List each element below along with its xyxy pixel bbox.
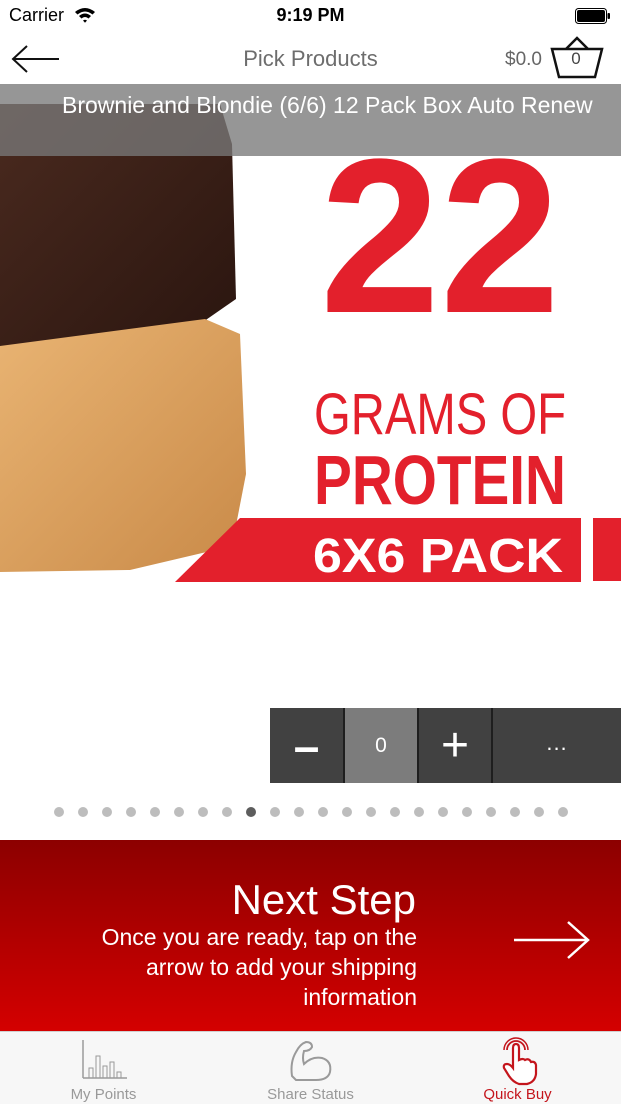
tab-bar: My Points Share Status Quick Buy	[0, 1031, 621, 1104]
clock-time: 9:19 PM	[276, 5, 345, 25]
page-dot[interactable]	[510, 807, 520, 817]
tab-label-my-points: My Points	[70, 1086, 137, 1103]
poster-line-3: 6X6 PACK	[313, 530, 563, 582]
page-dot[interactable]	[462, 807, 472, 817]
tap-hand-icon	[502, 1037, 537, 1086]
poster-line-1: GRAMS OF	[314, 382, 566, 447]
page-dot[interactable]	[534, 807, 544, 817]
next-step-banner[interactable]: Next Step Once you are ready, tap on the…	[0, 840, 621, 1031]
cart-total: $0.0	[505, 49, 542, 70]
battery-icon	[575, 8, 610, 24]
increase-quantity-button[interactable]: +	[419, 708, 491, 783]
page-dot[interactable]	[102, 807, 112, 817]
next-step-title: Next Step	[231, 876, 416, 923]
tab-quick-buy[interactable]: Quick Buy	[414, 1032, 621, 1104]
tab-label-quick-buy: Quick Buy	[483, 1086, 552, 1103]
page-dot[interactable]	[150, 807, 160, 817]
quantity-stepper: – 0 + ...	[270, 708, 621, 783]
page-dot[interactable]	[342, 807, 352, 817]
page-dot[interactable]	[126, 807, 136, 817]
next-step-description: Once you are ready, tap on the arrow to …	[101, 924, 417, 1010]
page-dot[interactable]	[222, 807, 232, 817]
page-dot[interactable]	[246, 807, 256, 817]
tab-my-points[interactable]: My Points	[0, 1032, 207, 1104]
decrease-quantity-button[interactable]: –	[270, 708, 343, 783]
page-dot[interactable]	[294, 807, 304, 817]
navigation-bar: Pick Products $0.0 0	[0, 32, 621, 84]
bar-chart-icon	[81, 1040, 127, 1079]
page-dot[interactable]	[270, 807, 280, 817]
poster-line-2: PROTEIN	[314, 441, 566, 519]
status-bar: Carrier 9:19 PM	[0, 0, 621, 32]
tab-label-share-status: Share Status	[267, 1086, 354, 1103]
quantity-value: 0	[345, 708, 417, 783]
page-dot[interactable]	[78, 807, 88, 817]
more-options-button[interactable]: ...	[493, 708, 621, 783]
product-name: Brownie and Blondie (6/6) 12 Pack Box Au…	[0, 84, 621, 156]
page-dot[interactable]	[198, 807, 208, 817]
page-dot[interactable]	[414, 807, 424, 817]
cart-count: 0	[571, 49, 581, 68]
next-image-peek[interactable]	[593, 518, 621, 581]
page-dot[interactable]	[54, 807, 64, 817]
protein-poster-image: 22 GRAMS OF PROTEIN 6X6 PACK	[0, 84, 621, 582]
page-dot[interactable]	[174, 807, 184, 817]
page-dot[interactable]	[558, 807, 568, 817]
page-dot[interactable]	[366, 807, 376, 817]
page-dot[interactable]	[390, 807, 400, 817]
page-indicator	[0, 804, 621, 820]
page-dot[interactable]	[486, 807, 496, 817]
page-dot[interactable]	[438, 807, 448, 817]
product-image[interactable]: 22 GRAMS OF PROTEIN 6X6 PACK Brownie and…	[0, 84, 621, 582]
forward-arrow-icon[interactable]	[512, 920, 592, 960]
page-dot[interactable]	[318, 807, 328, 817]
flexed-arm-icon	[290, 1040, 331, 1081]
tab-share-status[interactable]: Share Status	[207, 1032, 414, 1104]
